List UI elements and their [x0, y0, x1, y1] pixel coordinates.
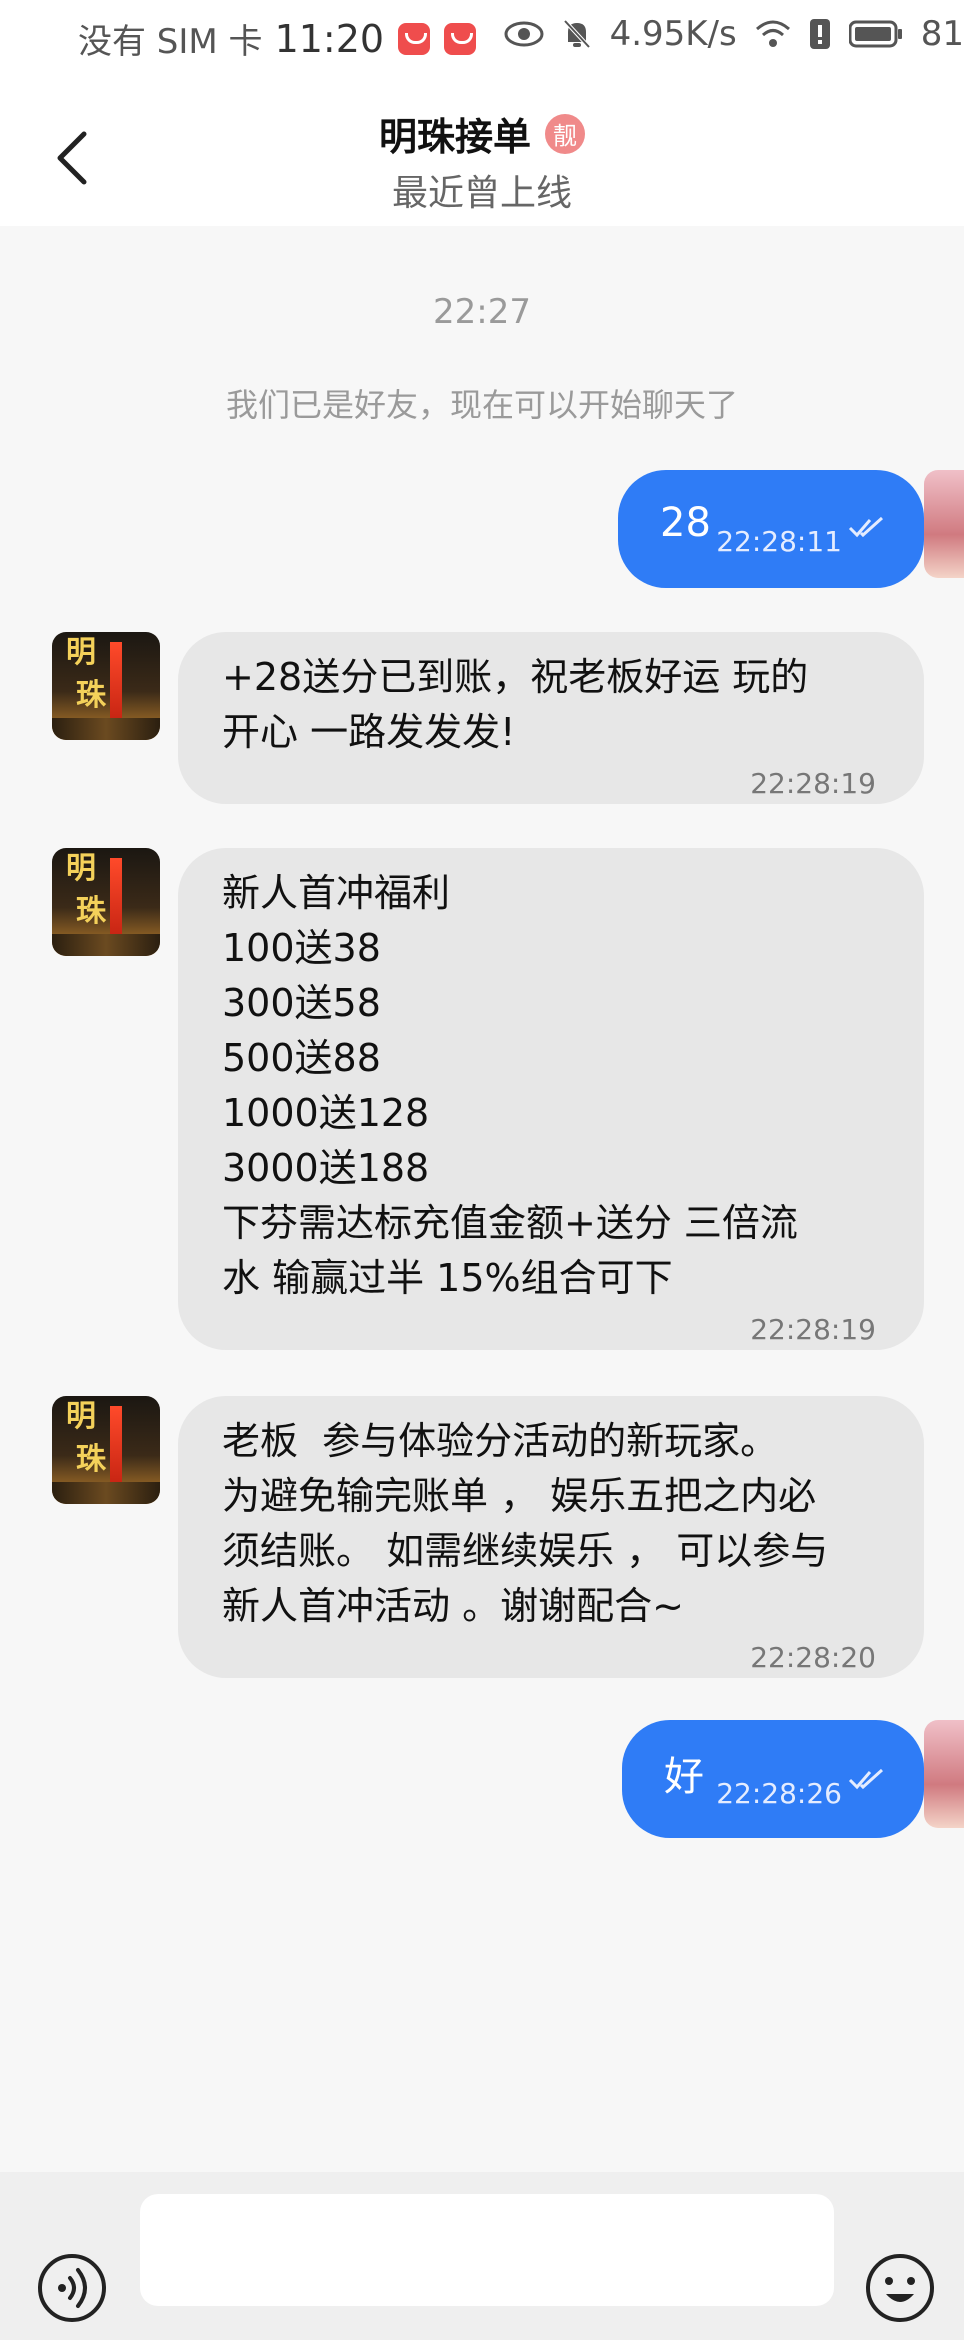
battery-icon [848, 20, 903, 48]
contact-avatar[interactable]: 明珠 [52, 848, 160, 956]
emoji-button[interactable] [864, 2252, 936, 2324]
net-speed: 4.95K/s [609, 14, 737, 54]
incoming-message-bubble[interactable]: +28送分已到账，祝老板好运 玩的 开心 一路发发发! 22:28:19 [178, 632, 924, 804]
message-text: 28 [660, 500, 711, 546]
voice-icon [38, 2254, 106, 2322]
app-notification-icon [444, 22, 477, 55]
voice-button[interactable] [36, 2252, 108, 2324]
message-text: +28送分已到账，祝老板好运 玩的 开心 一路发发发! [222, 655, 809, 754]
message-input[interactable] [140, 2194, 834, 2306]
message-text: 老板 参与体验分活动的新玩家。 为避免输完账单 ， 娱乐五把之内必 须结账。 如… [222, 1419, 829, 1628]
contact-avatar[interactable]: 明珠 [52, 632, 160, 740]
double-check-icon [848, 516, 884, 538]
online-status: 最近曾上线 [391, 173, 572, 214]
status-bar: 没有 SIM 卡 11:20 4.95K/s 81 [0, 0, 964, 76]
status-bar-left: 没有 SIM 卡 11:20 [78, 14, 477, 63]
contact-name[interactable]: 明珠接单 [379, 106, 531, 161]
emoji-icon [866, 2254, 934, 2322]
outgoing-message-bubble[interactable]: 28 22:28:11 [618, 470, 924, 588]
incoming-message-bubble[interactable]: 老板 参与体验分活动的新玩家。 为避免输完账单 ， 娱乐五把之内必 须结账。 如… [178, 1396, 924, 1678]
input-bar [0, 2172, 964, 2340]
eye-icon [504, 20, 544, 48]
wifi-icon [755, 19, 791, 49]
message-text: 新人首冲福利 100送38 300送58 500送88 1000送128 300… [222, 871, 798, 1300]
vip-badge: 靓 [545, 113, 585, 154]
bell-off-icon [562, 18, 592, 50]
contact-avatar[interactable]: 明珠 [52, 1396, 160, 1504]
message-time: 22:28:20 [750, 1641, 876, 1674]
message-time: 22:28:11 [716, 525, 842, 558]
incoming-message-bubble[interactable]: 新人首冲福利 100送38 300送58 500送88 1000送128 300… [178, 848, 924, 1350]
chat-header: 明珠接单 靓 最近曾上线 [0, 76, 964, 226]
title-row[interactable]: 明珠接单 靓 [0, 106, 964, 161]
message-list[interactable]: 22:27 我们已是好友，现在可以开始聊天了 28 22:28:11 明珠 +2… [0, 226, 964, 2172]
message-time: 22:28:26 [716, 1777, 842, 1810]
double-check-icon [848, 1768, 884, 1790]
self-avatar[interactable] [924, 470, 964, 578]
chat-timestamp: 22:27 [433, 292, 531, 332]
sim-alert-icon [809, 18, 831, 50]
message-time: 22:28:19 [750, 767, 876, 800]
message-text: 好 [664, 1754, 704, 1800]
outgoing-message-bubble[interactable]: 好 22:28:26 [622, 1720, 924, 1838]
status-bar-right: 4.95K/s 81 [504, 14, 964, 54]
self-avatar[interactable] [924, 1720, 964, 1828]
status-time: 11:20 [274, 16, 385, 61]
system-message: 我们已是好友，现在可以开始聊天了 [225, 386, 738, 424]
message-time: 22:28:19 [750, 1313, 876, 1346]
carrier-label: 没有 SIM 卡 [78, 22, 263, 62]
battery-level: 81 [920, 14, 964, 54]
app-notification-icon [398, 22, 431, 55]
